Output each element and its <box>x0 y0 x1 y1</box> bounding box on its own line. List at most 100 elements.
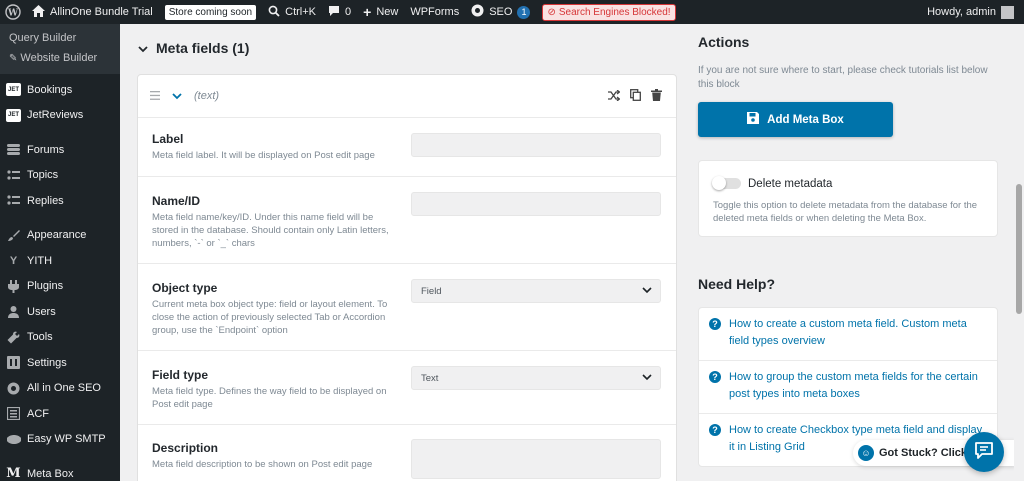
field-card-title: (text) <box>194 90 220 102</box>
field-description: Meta field label. It will be displayed o… <box>152 150 375 161</box>
seo-gear-icon <box>471 4 484 20</box>
magic-wand-icon: ✎ <box>9 52 18 64</box>
wordpress-logo-icon[interactable]: W <box>0 0 26 24</box>
sidebar-item-yith[interactable]: Y YITH <box>0 248 120 274</box>
sidebar-item-acf[interactable]: ACF <box>0 401 120 427</box>
object-type-field-row: Object type Current meta box object type… <box>138 264 676 351</box>
label-field-row: Label Meta field label. It will be displ… <box>138 118 676 177</box>
delete-metadata-toggle[interactable] <box>712 176 741 190</box>
section-title: Meta fields (1) <box>156 40 250 56</box>
new-content-link[interactable]: + New <box>357 0 404 24</box>
chevron-down-icon <box>138 40 148 56</box>
chat-button[interactable] <box>964 432 1004 472</box>
copy-icon[interactable] <box>630 89 641 104</box>
sidebar-item-settings[interactable]: Settings <box>0 350 120 376</box>
chevron-down-icon <box>642 286 652 297</box>
seo-icon <box>6 381 21 396</box>
jet-icon: JET <box>6 108 21 123</box>
sidebar-item-tools[interactable]: Tools <box>0 325 120 351</box>
collapse-chevron-icon[interactable] <box>172 89 182 103</box>
drag-handle-icon[interactable] <box>150 89 160 103</box>
name-id-input[interactable] <box>411 192 661 216</box>
shuffle-icon[interactable] <box>608 89 621 104</box>
seo-link[interactable]: SEO 1 <box>465 0 536 24</box>
help-link[interactable]: ? How to group the custom meta fields fo… <box>699 361 997 414</box>
field-description: Meta field description to be shown on Po… <box>152 459 373 470</box>
forums-icon <box>6 142 21 157</box>
sidebar-item-users[interactable]: Users <box>0 299 120 325</box>
store-status[interactable]: Store coming soon <box>159 0 262 24</box>
submenu-label: Website Builder <box>20 52 98 64</box>
sidebar-item-jetreviews[interactable]: JET JetReviews <box>0 103 120 129</box>
comments-link[interactable]: 0 <box>322 0 357 24</box>
field-description: Meta field name/key/ID. Under this name … <box>152 212 389 249</box>
sidebar-item-label: Settings <box>27 356 67 369</box>
description-textarea[interactable] <box>411 439 661 479</box>
trash-icon[interactable] <box>651 89 662 104</box>
field-description: Meta field type. Defines the way field t… <box>152 386 387 410</box>
object-type-select[interactable]: Field <box>411 279 661 303</box>
site-name-link[interactable]: AllinOne Bundle Trial <box>26 0 159 24</box>
wpforms-link[interactable]: WPForms <box>404 0 465 24</box>
site-name-label: AllinOne Bundle Trial <box>50 6 153 18</box>
name-id-field-row: Name/ID Meta field name/key/ID. Under th… <box>138 177 676 264</box>
yith-icon: Y <box>9 254 18 267</box>
sidebar-item-label: Plugins <box>27 280 64 293</box>
command-palette-button[interactable]: Ctrl+K <box>262 0 322 24</box>
label-input[interactable] <box>411 133 661 157</box>
sidebar-item-label: Meta Box <box>27 467 74 480</box>
add-meta-box-label: Add Meta Box <box>767 113 844 126</box>
delete-metadata-card: Delete metadata Toggle this option to de… <box>698 160 998 237</box>
sidebar-item-forums[interactable]: Forums <box>0 137 120 163</box>
sidebar-item-label: Easy WP SMTP <box>27 433 106 446</box>
question-icon: ? <box>709 424 721 436</box>
sidebar-item-all-in-one-seo[interactable]: All in One SEO <box>0 376 120 402</box>
help-link[interactable]: ? How to create a custom meta field. Cus… <box>699 308 997 361</box>
field-type-select[interactable]: Text <box>411 366 661 390</box>
sidebar-item-appearance[interactable]: Appearance <box>0 223 120 249</box>
seo-notification-badge: 1 <box>517 5 531 19</box>
sidebar-item-topics[interactable]: Topics <box>0 163 120 189</box>
sidebar-item-label: Replies <box>27 194 64 207</box>
delete-metadata-label: Delete metadata <box>748 178 833 190</box>
plugin-icon <box>6 279 21 294</box>
meta-fields-section-header[interactable]: Meta fields (1) <box>138 40 249 56</box>
svg-text:W: W <box>7 9 19 19</box>
wrench-icon <box>6 330 21 345</box>
description-field-row: Description Meta field description to be… <box>138 425 676 481</box>
metabox-icon: M <box>6 466 21 481</box>
save-icon <box>747 112 760 127</box>
home-icon <box>32 4 45 20</box>
new-label: New <box>376 6 399 18</box>
sidebar-item-replies[interactable]: Replies <box>0 188 120 214</box>
meta-field-card-header[interactable]: (text) <box>138 75 676 118</box>
submenu: Query Builder ✎ Website Builder <box>0 24 120 74</box>
settings-icon <box>6 355 21 370</box>
sidebar-item-bookings[interactable]: JET Bookings <box>0 77 120 103</box>
sidebar-item-label: ACF <box>27 407 49 420</box>
scrollbar-thumb[interactable] <box>1016 184 1022 314</box>
plus-icon: + <box>363 4 372 20</box>
comment-icon <box>328 5 340 20</box>
sidebar-item-meta-box[interactable]: M Meta Box <box>0 461 120 481</box>
help-link-label: How to group the custom meta fields for … <box>729 371 978 400</box>
page-scrollbar[interactable] <box>1014 24 1024 481</box>
field-description: Current meta box object type: field or l… <box>152 299 388 336</box>
help-link-label: How to create a custom meta field. Custo… <box>729 318 967 347</box>
topics-icon <box>6 168 21 183</box>
search-icon <box>268 5 280 20</box>
submenu-item-website-builder[interactable]: ✎ Website Builder <box>0 48 120 68</box>
shortcut-label: Ctrl+K <box>285 6 316 18</box>
account-menu[interactable]: Howdy, admin <box>921 0 1020 24</box>
sidebar-item-label: Topics <box>27 169 59 182</box>
support-icon: ☺ <box>858 445 874 461</box>
sidebar-item-easy-wp-smtp[interactable]: Easy WP SMTP <box>0 427 120 453</box>
add-meta-box-button[interactable]: Add Meta Box <box>698 102 893 137</box>
submenu-item-query-builder[interactable]: Query Builder <box>0 28 120 48</box>
smtp-icon <box>6 432 21 447</box>
submenu-label: Query Builder <box>9 32 77 44</box>
actions-title: Actions <box>698 34 750 50</box>
seo-label: SEO <box>489 6 513 18</box>
search-engines-notice[interactable]: ⊘ Search Engines Blocked! <box>536 0 681 24</box>
sidebar-item-plugins[interactable]: Plugins <box>0 274 120 300</box>
